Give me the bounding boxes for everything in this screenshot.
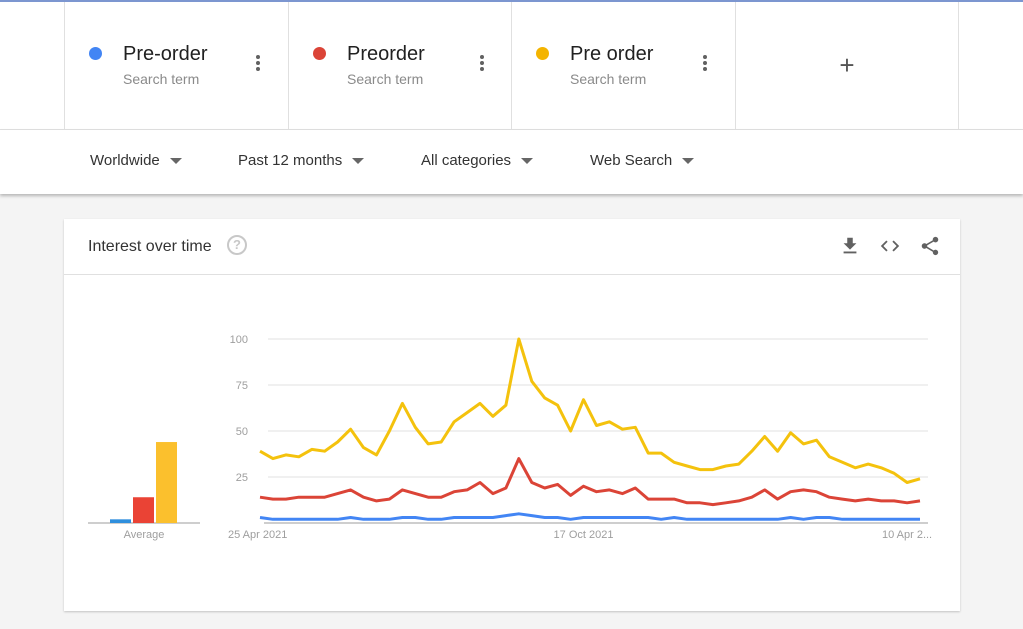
search-term-card[interactable]: Pre-order Search term [64, 2, 288, 129]
search-type-value: Web Search [590, 152, 673, 169]
caret-down-icon [352, 158, 365, 165]
search-term-name: Preorder [347, 43, 425, 65]
x-tick-label: 25 Apr 2021 [228, 529, 287, 541]
search-term-card[interactable]: Pre order Search term [511, 2, 735, 129]
search-term-type: Search term [123, 71, 200, 87]
average-bar [156, 442, 177, 523]
caret-down-icon [521, 158, 534, 165]
interest-over-time-card: Interest over time ? 25 50 75 100 25 Apr 202… [64, 219, 960, 611]
x-tick-label: 17 Oct 2021 [554, 529, 614, 541]
category-value: All categories [421, 152, 512, 169]
add-comparison-button[interactable]: + [735, 2, 959, 129]
more-vert-icon[interactable] [479, 55, 485, 75]
series-color-dot [536, 47, 549, 60]
average-bar [133, 497, 154, 523]
series-color-dot [89, 47, 102, 60]
region-value: Worldwide [90, 152, 160, 169]
series-line-pre-order [259, 337, 921, 484]
more-vert-icon[interactable] [255, 55, 261, 75]
search-term-type: Search term [570, 71, 647, 87]
average-label: Average [124, 529, 165, 541]
y-tick-label: 100 [230, 334, 248, 346]
time-range-value: Past 12 months [238, 152, 343, 169]
filter-bar: Worldwide Past 12 months All categories … [0, 130, 1023, 194]
search-term-name: Pre order [570, 43, 654, 65]
more-vert-icon[interactable] [702, 55, 708, 75]
y-tick-label: 25 [236, 472, 248, 484]
time-range-dropdown[interactable]: Past 12 months [238, 152, 365, 169]
average-bar [110, 519, 131, 523]
series-line-preorder [259, 457, 921, 507]
search-type-dropdown[interactable]: Web Search [590, 152, 695, 169]
y-tick-label: 75 [236, 380, 248, 392]
search-term-card[interactable]: Preorder Search term [288, 2, 512, 129]
series-line-pre-order [259, 512, 920, 521]
region-dropdown[interactable]: Worldwide [90, 152, 182, 169]
caret-down-icon [682, 158, 695, 165]
category-dropdown[interactable]: All categories [421, 152, 534, 169]
caret-down-icon [169, 158, 182, 165]
search-terms-bar: Pre-order Search term Preorder Search te… [0, 2, 1023, 130]
interest-line-chart[interactable]: 25 50 75 100 25 Apr 2021 17 Oct 2021 10 Apr 2.… [64, 219, 960, 611]
series-color-dot [313, 47, 326, 60]
search-term-name: Pre-order [123, 43, 208, 65]
search-term-type: Search term [347, 71, 424, 87]
y-tick-label: 50 [236, 426, 248, 438]
x-tick-label: 10 Apr 2... [882, 529, 932, 541]
